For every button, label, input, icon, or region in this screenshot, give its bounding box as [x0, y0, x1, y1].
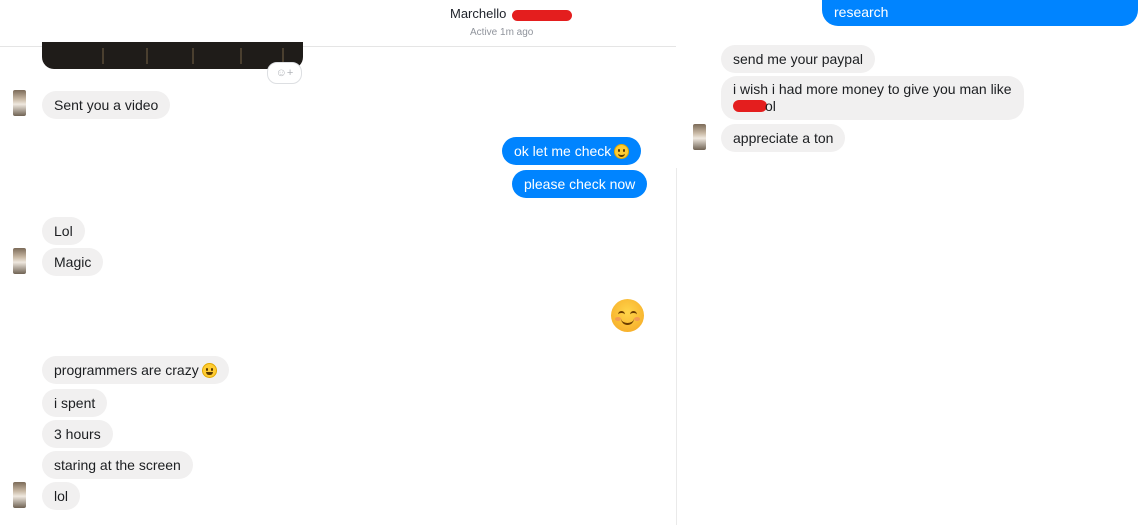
add-reaction-icon[interactable]: ☺+	[267, 62, 302, 84]
message-bubble: 3 hours	[42, 420, 113, 448]
message-text: send me your paypal	[733, 51, 863, 67]
message-bubble: ok let me check	[502, 137, 642, 165]
redaction-mark	[512, 10, 572, 21]
message-text: i spent	[54, 395, 96, 411]
message-text: ok let me check	[514, 143, 612, 159]
avatar[interactable]	[13, 90, 26, 116]
redaction-mark	[733, 100, 767, 112]
message-bubble: research	[822, 0, 1138, 26]
message-text-line: i wish i had more money to give you man …	[733, 81, 1012, 97]
slightly-smiling-emoji-icon	[614, 144, 630, 159]
message-text: programmers are crazy	[54, 362, 199, 378]
message-bubble: programmers are crazy	[42, 356, 229, 384]
message-bubble: Magic	[42, 248, 104, 276]
message-bubble: send me your paypal	[721, 45, 875, 73]
message-text: lol	[54, 488, 69, 504]
message-text: appreciate a ton	[733, 130, 834, 146]
message-bubble: staring at the screen	[42, 451, 193, 479]
panel-divider	[676, 168, 677, 525]
video-thumbnail[interactable]	[42, 42, 303, 69]
message-bubble: appreciate a ton	[721, 124, 846, 152]
message-text: staring at the screen	[54, 457, 181, 473]
message-text-line: ol	[765, 98, 776, 114]
message-bubble: lol	[42, 482, 81, 510]
message-bubble: i wish i had more money to give you man …	[721, 76, 1024, 120]
message-text: research	[834, 4, 889, 20]
message-text: Sent you a video	[54, 97, 159, 113]
message-text: 3 hours	[54, 426, 101, 442]
message-bubble: please check now	[512, 170, 648, 198]
avatar[interactable]	[693, 124, 706, 150]
avatar[interactable]	[13, 482, 26, 508]
message-text: please check now	[524, 176, 636, 192]
message-text: Lol	[54, 223, 73, 239]
message-text: Magic	[54, 254, 92, 270]
grinning-emoji-icon	[201, 363, 217, 378]
active-status: Active 1m ago	[470, 27, 534, 38]
message-bubble: Lol	[42, 217, 85, 245]
contact-name[interactable]: Marchello	[450, 6, 506, 21]
smiling-face-emoji-icon	[611, 299, 644, 332]
message-bubble: Sent you a video	[42, 91, 171, 119]
message-bubble: i spent	[42, 389, 108, 417]
avatar[interactable]	[13, 248, 26, 274]
